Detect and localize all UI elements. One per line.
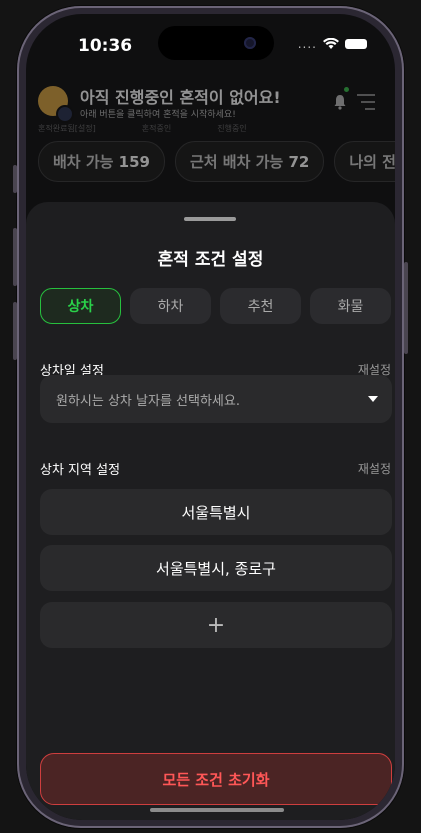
action-button bbox=[13, 165, 17, 193]
condition-settings-sheet: 혼적 조건 설정 상차 하차 추천 화물 상차일 설정 재설정 원하시는 상차 … bbox=[26, 202, 395, 820]
battery-icon bbox=[345, 39, 367, 49]
faint-labels: 혼적완료됨[설정] 혼적중인 진행중인 bbox=[38, 123, 247, 134]
region-item[interactable]: 서울특별시, 종로구 bbox=[40, 545, 392, 591]
status-time: 10:36 bbox=[78, 36, 133, 56]
empty-state-title: 아직 진행중인 혼적이 없어요! bbox=[80, 88, 281, 107]
tab-bar: 상차 하차 추천 화물 bbox=[40, 288, 391, 324]
loading-date-select[interactable]: 원하시는 상차 날자를 선택하세요. bbox=[40, 375, 392, 423]
faint-label: 혼적완료됨[설정] bbox=[38, 124, 96, 133]
chip-nearby-dispatch[interactable]: 근처 배차 가능 72 bbox=[174, 141, 325, 182]
tab-loading[interactable]: 상차 bbox=[40, 288, 121, 324]
home-indicator[interactable] bbox=[150, 808, 284, 812]
loading-region-label: 상차 지역 설정 bbox=[40, 463, 121, 478]
phone-screen: 아직 진행중인 혼적이 없어요! 아래 버튼을 클릭하여 혼적을 시작하세요! … bbox=[26, 14, 395, 820]
status-icons: .... bbox=[298, 37, 367, 51]
loading-date-placeholder: 원하시는 상차 날자를 선택하세요. bbox=[56, 393, 240, 409]
sheet-title: 혼적 조건 설정 bbox=[157, 250, 264, 270]
bell-icon[interactable] bbox=[333, 94, 347, 110]
tab-recommended[interactable]: 추천 bbox=[220, 288, 301, 324]
clock-badge-icon bbox=[56, 105, 74, 123]
region-item[interactable]: 서울특별시 bbox=[40, 489, 392, 535]
plus-icon: + bbox=[206, 612, 226, 638]
empty-state-subtitle: 아래 버튼을 클릭하여 혼적을 시작하세요! bbox=[80, 110, 236, 120]
chevron-down-icon bbox=[368, 396, 378, 402]
tab-unloading[interactable]: 하차 bbox=[130, 288, 211, 324]
volume-up-button bbox=[13, 228, 17, 286]
filter-chips: 배차 가능 159 근처 배차 가능 72 나의 전체 bbox=[38, 141, 395, 182]
signal-icon: .... bbox=[297, 37, 317, 51]
wifi-icon bbox=[323, 38, 339, 49]
menu-icon[interactable] bbox=[357, 94, 375, 115]
faint-label: 혼적중인 bbox=[141, 124, 172, 133]
chip-dispatch-available[interactable]: 배차 가능 159 bbox=[38, 141, 165, 182]
power-button bbox=[404, 262, 408, 354]
add-region-button[interactable]: + bbox=[40, 602, 392, 648]
volume-down-button bbox=[13, 302, 17, 360]
notification-dot bbox=[344, 87, 349, 92]
dynamic-island bbox=[158, 26, 274, 60]
camera-icon bbox=[244, 37, 256, 49]
sheet-drag-handle[interactable] bbox=[184, 217, 236, 221]
faint-label: 진행중인 bbox=[217, 124, 247, 133]
loading-region-reset-button[interactable]: 재설정 bbox=[358, 460, 391, 477]
tab-cargo[interactable]: 화물 bbox=[310, 288, 391, 324]
chip-my-total[interactable]: 나의 전체 bbox=[334, 141, 395, 182]
reset-all-conditions-button[interactable]: 모든 조건 초기화 bbox=[40, 753, 392, 805]
